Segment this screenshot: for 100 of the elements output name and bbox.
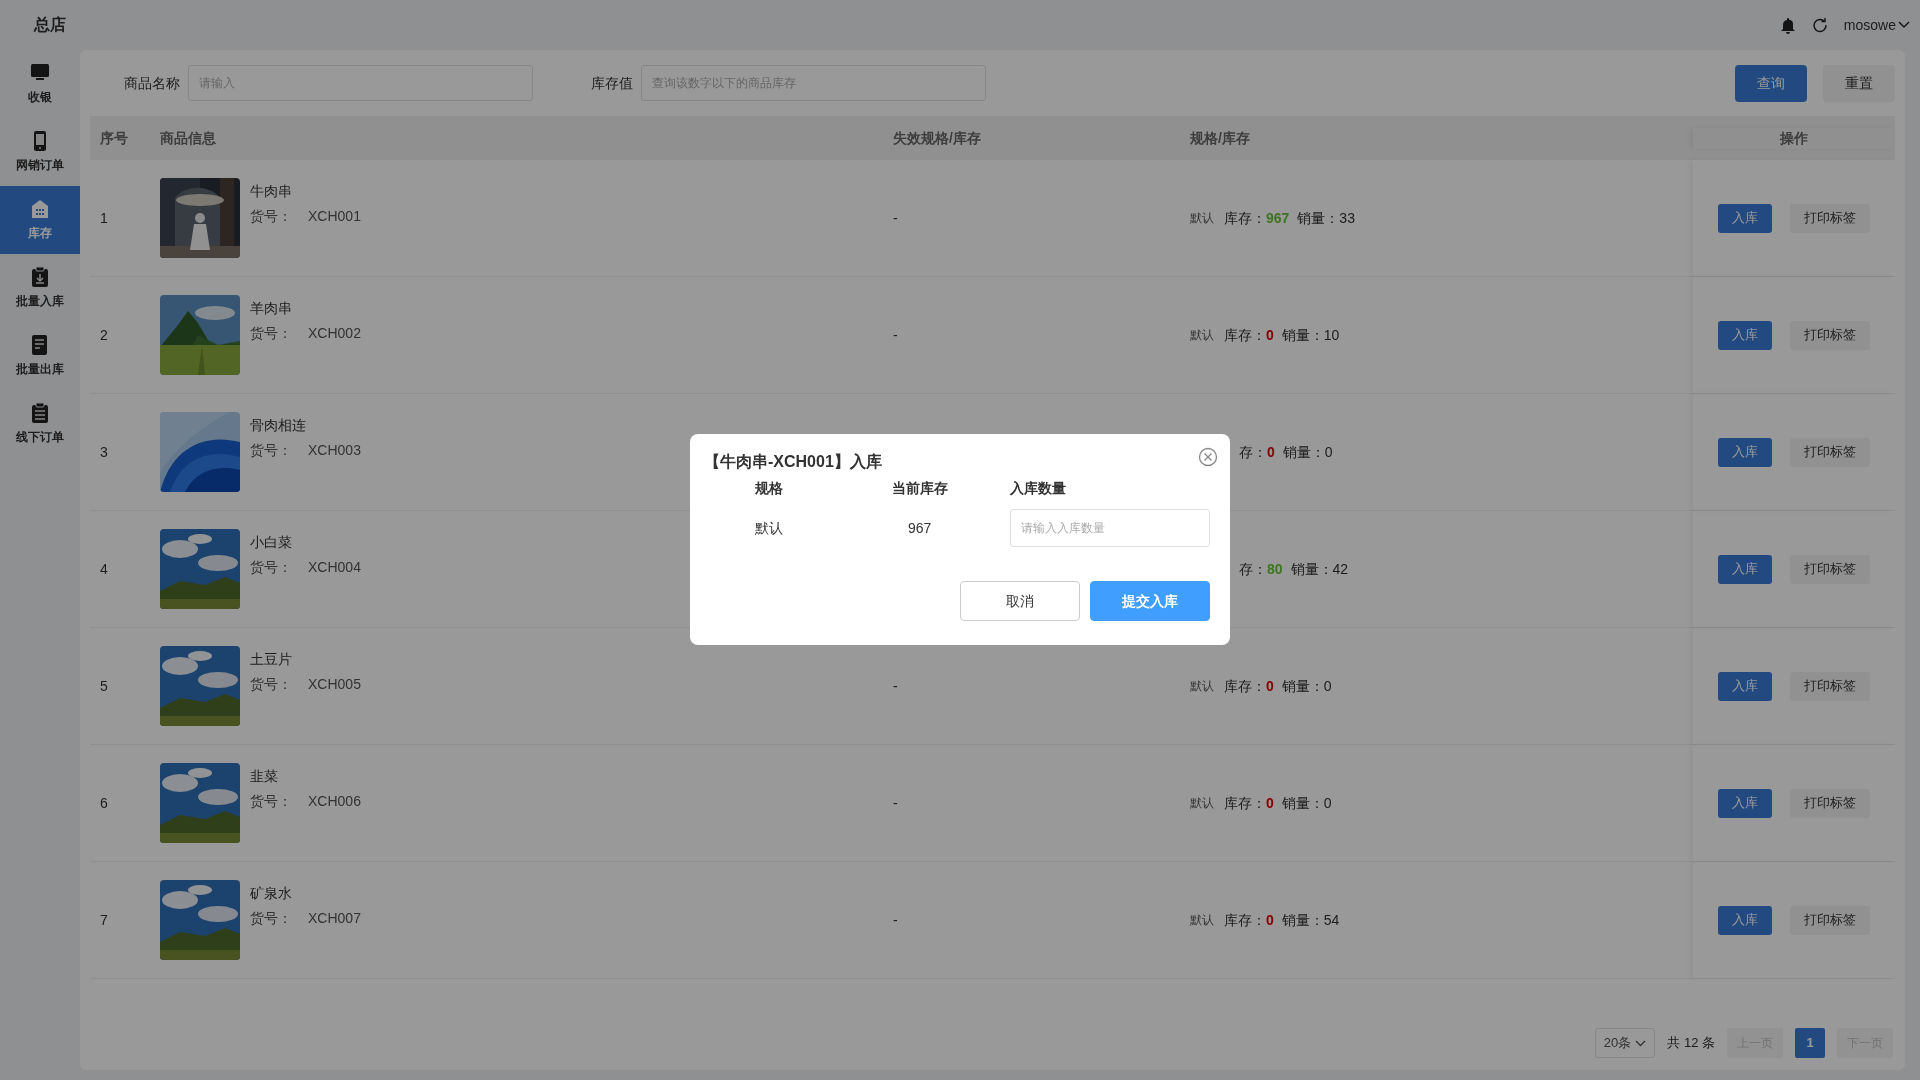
stock-label: 库存： xyxy=(1224,910,1266,930)
sku-label: 货号： xyxy=(250,675,292,694)
stock-in-button[interactable]: 入库 xyxy=(1718,788,1772,818)
expired-stock: - xyxy=(893,677,898,694)
print-label-button[interactable]: 打印标签 xyxy=(1790,203,1870,233)
bell-icon[interactable] xyxy=(1779,16,1796,34)
page-button[interactable]: 1 xyxy=(1795,1028,1825,1058)
sidebar-item[interactable]: 收银 xyxy=(0,50,80,118)
sidebar-item[interactable]: 批量入库 xyxy=(0,254,80,322)
sku-value: XCH004 xyxy=(308,558,361,577)
product-name: 小白菜 xyxy=(250,533,293,552)
sku-value: XCH007 xyxy=(308,909,361,928)
print-label-button[interactable]: 打印标签 xyxy=(1790,788,1870,818)
row-number: 2 xyxy=(100,326,108,343)
column-header: 规格 xyxy=(755,480,783,496)
sidebar-item[interactable]: 网销订单 xyxy=(0,118,80,186)
sales-value: 0 xyxy=(1323,793,1332,813)
stock-in-button[interactable]: 入库 xyxy=(1718,671,1772,701)
row-number: 3 xyxy=(100,443,108,460)
sidebar-item[interactable]: 批量出库 xyxy=(0,322,80,390)
sidebar-label: 线下订单 xyxy=(16,429,64,446)
stock-in-button[interactable]: 入库 xyxy=(1718,320,1772,350)
cancel-button[interactable]: 取消 xyxy=(960,581,1080,621)
stock-value: 80 xyxy=(1267,559,1283,579)
refresh-icon[interactable] xyxy=(1811,17,1828,33)
field-label: 库存值 xyxy=(591,73,633,93)
column-header: 入库数量 xyxy=(1010,480,1066,496)
product-name: 羊肉串 xyxy=(250,299,293,318)
stock-label: 库存： xyxy=(1224,325,1266,345)
stock-in-button[interactable]: 入库 xyxy=(1718,905,1772,935)
stock-label: 存： xyxy=(1239,559,1267,579)
sales-value: 10 xyxy=(1323,325,1340,345)
current-stock: 967 xyxy=(908,518,932,538)
sidebar-label: 批量入库 xyxy=(16,293,64,310)
sales-label: 销量： xyxy=(1281,325,1324,345)
stock-label: 库存： xyxy=(1224,676,1266,696)
stock-value: 0 xyxy=(1266,793,1274,813)
sku-label: 货号： xyxy=(250,909,292,928)
row-number: 7 xyxy=(100,911,108,928)
sales-label: 销量： xyxy=(1290,559,1333,579)
stock-value: 0 xyxy=(1266,676,1274,696)
print-label-button[interactable]: 打印标签 xyxy=(1790,905,1870,935)
stock-label: 库存： xyxy=(1224,208,1266,228)
user-menu[interactable]: mosowe xyxy=(1843,14,1910,36)
print-label-button[interactable]: 打印标签 xyxy=(1790,437,1870,467)
print-label-button[interactable]: 打印标签 xyxy=(1790,320,1870,350)
dialog-title: 【牛肉串-XCH001】入库 xyxy=(704,452,882,472)
print-label-button[interactable]: 打印标签 xyxy=(1790,671,1870,701)
sales-value: 33 xyxy=(1339,208,1355,228)
sales-value: 42 xyxy=(1332,559,1349,579)
close-icon[interactable] xyxy=(1198,447,1218,467)
sku-value: XCH005 xyxy=(308,675,361,694)
print-label-button[interactable]: 打印标签 xyxy=(1790,554,1870,584)
expired-stock: - xyxy=(893,794,898,811)
sales-label: 销量： xyxy=(1281,910,1324,930)
field-label: 商品名称 xyxy=(124,73,180,93)
column-header: 商品信息 xyxy=(160,129,216,146)
sku-value: XCH001 xyxy=(308,207,361,226)
product-name: 土豆片 xyxy=(250,650,293,669)
expired-stock: - xyxy=(893,209,898,226)
stock-label: 库存： xyxy=(1224,793,1266,813)
stock-in-button[interactable]: 入库 xyxy=(1718,437,1772,467)
spec-name: 默认 xyxy=(1190,327,1214,344)
clipboard-icon xyxy=(29,402,51,424)
product-name: 矿泉水 xyxy=(250,884,293,903)
stock-value: 0 xyxy=(1266,325,1274,345)
column-header: 规格/库存 xyxy=(1190,129,1250,146)
column-header: 失效规格/库存 xyxy=(893,129,981,146)
sku-value: XCH002 xyxy=(308,324,361,343)
submit-button[interactable]: 提交入库 xyxy=(1090,581,1210,621)
expired-stock: - xyxy=(893,911,898,928)
column-header: 当前库存 xyxy=(892,480,948,496)
sidebar-label: 库存 xyxy=(28,225,52,242)
spec-name: 默认 xyxy=(755,518,783,538)
sales-label: 销量： xyxy=(1281,793,1324,813)
page-size-select[interactable]: 20条 xyxy=(1594,1028,1656,1058)
stock-in-button[interactable]: 入库 xyxy=(1718,203,1772,233)
quantity-field[interactable]: 请输入入库数量 xyxy=(1010,509,1210,547)
sales-label: 销量： xyxy=(1297,208,1340,228)
stock-in-button[interactable]: 入库 xyxy=(1718,554,1772,584)
sales-value: 0 xyxy=(1323,676,1332,696)
reset-button[interactable]: 重置 xyxy=(1823,64,1895,102)
sidebar-item[interactable]: 线下订单 xyxy=(0,390,80,458)
sales-value: 0 xyxy=(1324,442,1333,462)
expired-stock: - xyxy=(893,326,898,343)
column-header: 序号 xyxy=(100,129,128,146)
sku-label: 货号： xyxy=(250,441,292,460)
sidebar-label: 网销订单 xyxy=(16,157,64,174)
stock-label: 存： xyxy=(1239,442,1267,462)
chevron-down-icon xyxy=(1898,21,1910,29)
product-name: 骨肉相连 xyxy=(250,416,307,435)
chevron-down-icon xyxy=(1635,1039,1647,1047)
clipboard-icon xyxy=(29,266,51,288)
sidebar-label: 批量出库 xyxy=(16,361,64,378)
total-count: 共 12 条 xyxy=(1667,1034,1715,1053)
sku-label: 货号： xyxy=(250,324,292,343)
query-button[interactable]: 查询 xyxy=(1735,64,1807,102)
sidebar-item[interactable]: 库存 xyxy=(0,186,80,254)
spec-name: 默认 xyxy=(1190,210,1214,227)
product-name: 韭菜 xyxy=(250,767,279,786)
